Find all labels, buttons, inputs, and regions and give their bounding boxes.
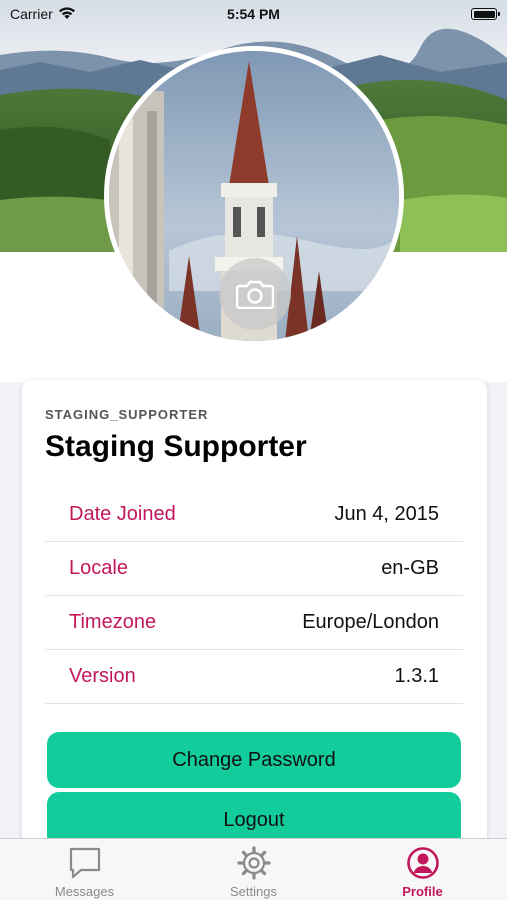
tab-label: Settings: [230, 884, 277, 899]
detail-row-date-joined: Date Joined Jun 4, 2015: [45, 488, 463, 542]
camera-icon: [236, 280, 274, 309]
change-photo-button[interactable]: [219, 258, 291, 330]
profile-icon: [406, 847, 439, 879]
tab-label: Messages: [54, 884, 115, 899]
tab-profile[interactable]: Profile: [338, 839, 507, 900]
tab-messages[interactable]: Messages: [0, 839, 169, 900]
display-name: Staging Supporter: [45, 430, 307, 463]
battery-icon: [471, 8, 500, 20]
status-bar: Carrier 5:54 PM: [0, 0, 507, 28]
detail-value: Jun 4, 2015: [334, 503, 439, 525]
detail-value: Europe/London: [302, 611, 439, 633]
messages-icon: [69, 847, 100, 879]
detail-label: Date Joined: [69, 503, 176, 525]
tab-settings[interactable]: Settings: [169, 839, 338, 900]
status-time: 5:54 PM: [227, 6, 280, 22]
detail-label: Timezone: [69, 611, 157, 633]
detail-row-version: Version 1.3.1: [45, 650, 463, 704]
detail-row-timezone: Timezone Europe/London: [45, 596, 463, 650]
profile-details-list: Date Joined Jun 4, 2015 Locale en-GB Tim…: [45, 488, 463, 704]
tab-label: Profile: [402, 884, 443, 899]
detail-label: Locale: [69, 557, 128, 579]
username-label: STAGING_SUPPORTER: [45, 407, 209, 422]
detail-value: en-GB: [381, 557, 439, 579]
settings-gear-icon: [236, 846, 271, 880]
detail-value: 1.3.1: [394, 665, 439, 687]
profile-card: STAGING_SUPPORTER Staging Supporter Date…: [22, 380, 487, 850]
detail-label: Version: [69, 665, 136, 687]
tab-bar: Messages Settings Profile: [0, 838, 507, 900]
change-password-button[interactable]: Change Password: [47, 732, 461, 788]
detail-row-locale: Locale en-GB: [45, 542, 463, 596]
carrier-label: Carrier: [10, 6, 53, 22]
wifi-icon: [58, 6, 76, 23]
